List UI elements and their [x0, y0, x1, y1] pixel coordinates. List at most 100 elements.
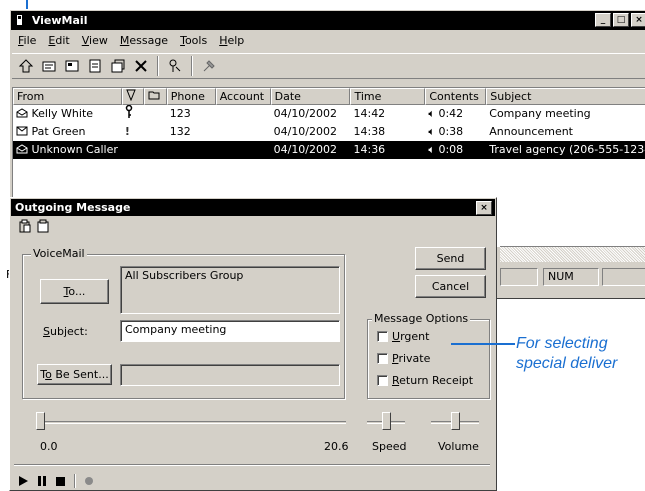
main-title: ViewMail [31, 14, 88, 27]
send-button[interactable]: Send [415, 247, 486, 270]
menu-message[interactable]: Message [114, 32, 174, 50]
cell-from: Kelly White [13, 105, 122, 123]
menu-view[interactable]: View [76, 32, 114, 50]
urgent-option[interactable]: Urgent [377, 330, 429, 343]
main-titlebar[interactable]: ViewMail _ □ × [11, 11, 645, 30]
key-icon [125, 105, 133, 118]
table-row-selected[interactable]: Unknown Caller 04/10/2002 14:36 🔈︎ 0:08 … [13, 141, 645, 159]
position-start-label: 0.0 [40, 440, 58, 453]
properties-icon[interactable] [108, 56, 128, 76]
position-slider-track[interactable] [38, 421, 346, 424]
cell-from: Unknown Caller [13, 141, 122, 159]
speaker-icon: 🔈︎ [428, 125, 435, 138]
clipboard-icon[interactable] [36, 219, 50, 233]
dialog-titlebar[interactable]: Outgoing Message × [11, 199, 495, 216]
cell-subject: Company meeting [489, 107, 591, 120]
playback-controls [18, 474, 94, 488]
cell-from: Pat Green [13, 123, 122, 141]
column-header-phone[interactable]: Phone [166, 88, 216, 105]
envelope-open-icon [16, 108, 28, 118]
menu-help[interactable]: Help [213, 32, 250, 50]
status-blank [500, 268, 538, 286]
stop-icon[interactable] [55, 476, 66, 487]
speaker-icon: 🔈︎ [428, 143, 435, 156]
cell-flag [122, 105, 144, 123]
volume-label: Volume [438, 440, 479, 453]
play-icon[interactable] [18, 475, 29, 487]
return-receipt-checkbox[interactable] [377, 375, 388, 386]
private-label: Private [392, 352, 431, 365]
reply-icon[interactable] [39, 56, 59, 76]
address-book-icon[interactable] [165, 56, 185, 76]
column-header-flag[interactable] [121, 88, 144, 105]
maximize-button[interactable]: □ [613, 13, 629, 27]
message-options-label: Message Options [372, 312, 471, 325]
column-header-from[interactable]: From [13, 88, 122, 105]
table-row[interactable]: Kelly White 123 04/10/2002 14:42 🔈︎ 0:42… [13, 105, 645, 123]
envelope-open-icon [16, 144, 28, 154]
options-callout-line [451, 343, 515, 345]
column-header-attachment[interactable] [143, 88, 167, 105]
speed-slider-thumb[interactable] [382, 412, 391, 430]
app-icon [17, 15, 22, 25]
annotation-line-2: special deliver [516, 355, 618, 372]
to-recipients-field[interactable]: All Subscribers Group [120, 266, 340, 314]
private-checkbox[interactable] [377, 353, 388, 364]
dialog-close-button[interactable]: × [476, 201, 492, 215]
column-header-time[interactable]: Time [350, 88, 426, 105]
forward-icon[interactable] [85, 56, 105, 76]
menu-file[interactable]: File [12, 32, 42, 50]
cell-phone: 132 [169, 125, 191, 138]
column-header-contents[interactable]: Contents [425, 88, 487, 105]
cell-account [216, 105, 271, 123]
paste-icon[interactable] [18, 219, 32, 233]
playbar-divider [14, 464, 490, 466]
table-row[interactable]: Pat Green ! 132 04/10/2002 14:38 🔈︎ 0:38… [13, 123, 645, 141]
envelope-icon [16, 126, 28, 136]
to-be-sent-button[interactable]: To Be Sent... [37, 364, 112, 385]
pause-icon[interactable] [37, 475, 47, 487]
dialog-toolbar [18, 219, 50, 233]
column-header-subject[interactable]: Subject [486, 88, 645, 105]
cancel-button[interactable]: Cancel [415, 275, 486, 298]
cell-subject: Announcement [489, 125, 573, 138]
menu-edit[interactable]: Edit [42, 32, 75, 50]
private-option[interactable]: Private [377, 352, 430, 365]
flag-icon [126, 89, 136, 102]
minimize-button[interactable]: _ [595, 13, 611, 27]
annotation-line-1: For selecting [516, 335, 608, 352]
cell-contents: 🔈︎ 0:38 [428, 125, 464, 138]
column-header-date[interactable]: Date [270, 88, 351, 105]
cell-date: 04/10/2002 [273, 107, 338, 120]
cell-phone: 123 [169, 107, 191, 120]
volume-slider-thumb[interactable] [451, 412, 460, 430]
cell-account [216, 123, 271, 141]
settings-icon[interactable] [199, 56, 219, 76]
reply-all-icon[interactable] [62, 56, 82, 76]
cell-time: 14:38 [353, 125, 386, 138]
subject-field[interactable]: Company meeting [120, 320, 340, 342]
cell-date: 04/10/2002 [273, 143, 338, 156]
delete-icon[interactable] [131, 56, 151, 76]
horizontal-scrollbar[interactable] [500, 246, 645, 262]
cell-flag: ! [124, 125, 130, 138]
new-message-icon[interactable] [16, 56, 36, 76]
to-button[interactable]: To... [40, 279, 109, 304]
column-header-account[interactable]: Account [215, 88, 271, 105]
folder-icon [148, 91, 160, 100]
cell-phone [167, 141, 216, 159]
close-button[interactable]: × [631, 13, 645, 27]
cell-flag [122, 141, 144, 159]
playbar-separator [74, 474, 76, 488]
cell-attachment [144, 123, 167, 141]
menu-tools[interactable]: Tools [174, 32, 213, 50]
record-icon[interactable] [84, 476, 94, 486]
cell-contents: 🔈︎ 0:08 [428, 143, 464, 156]
to-be-sent-field[interactable] [120, 364, 340, 386]
return-receipt-option[interactable]: Return Receipt [377, 374, 473, 387]
urgent-checkbox[interactable] [377, 331, 388, 342]
position-end-label: 20.6 [324, 440, 349, 453]
speaker-icon: 🔈︎ [428, 107, 435, 120]
position-slider-thumb[interactable] [36, 412, 45, 430]
cell-time: 14:36 [353, 143, 386, 156]
